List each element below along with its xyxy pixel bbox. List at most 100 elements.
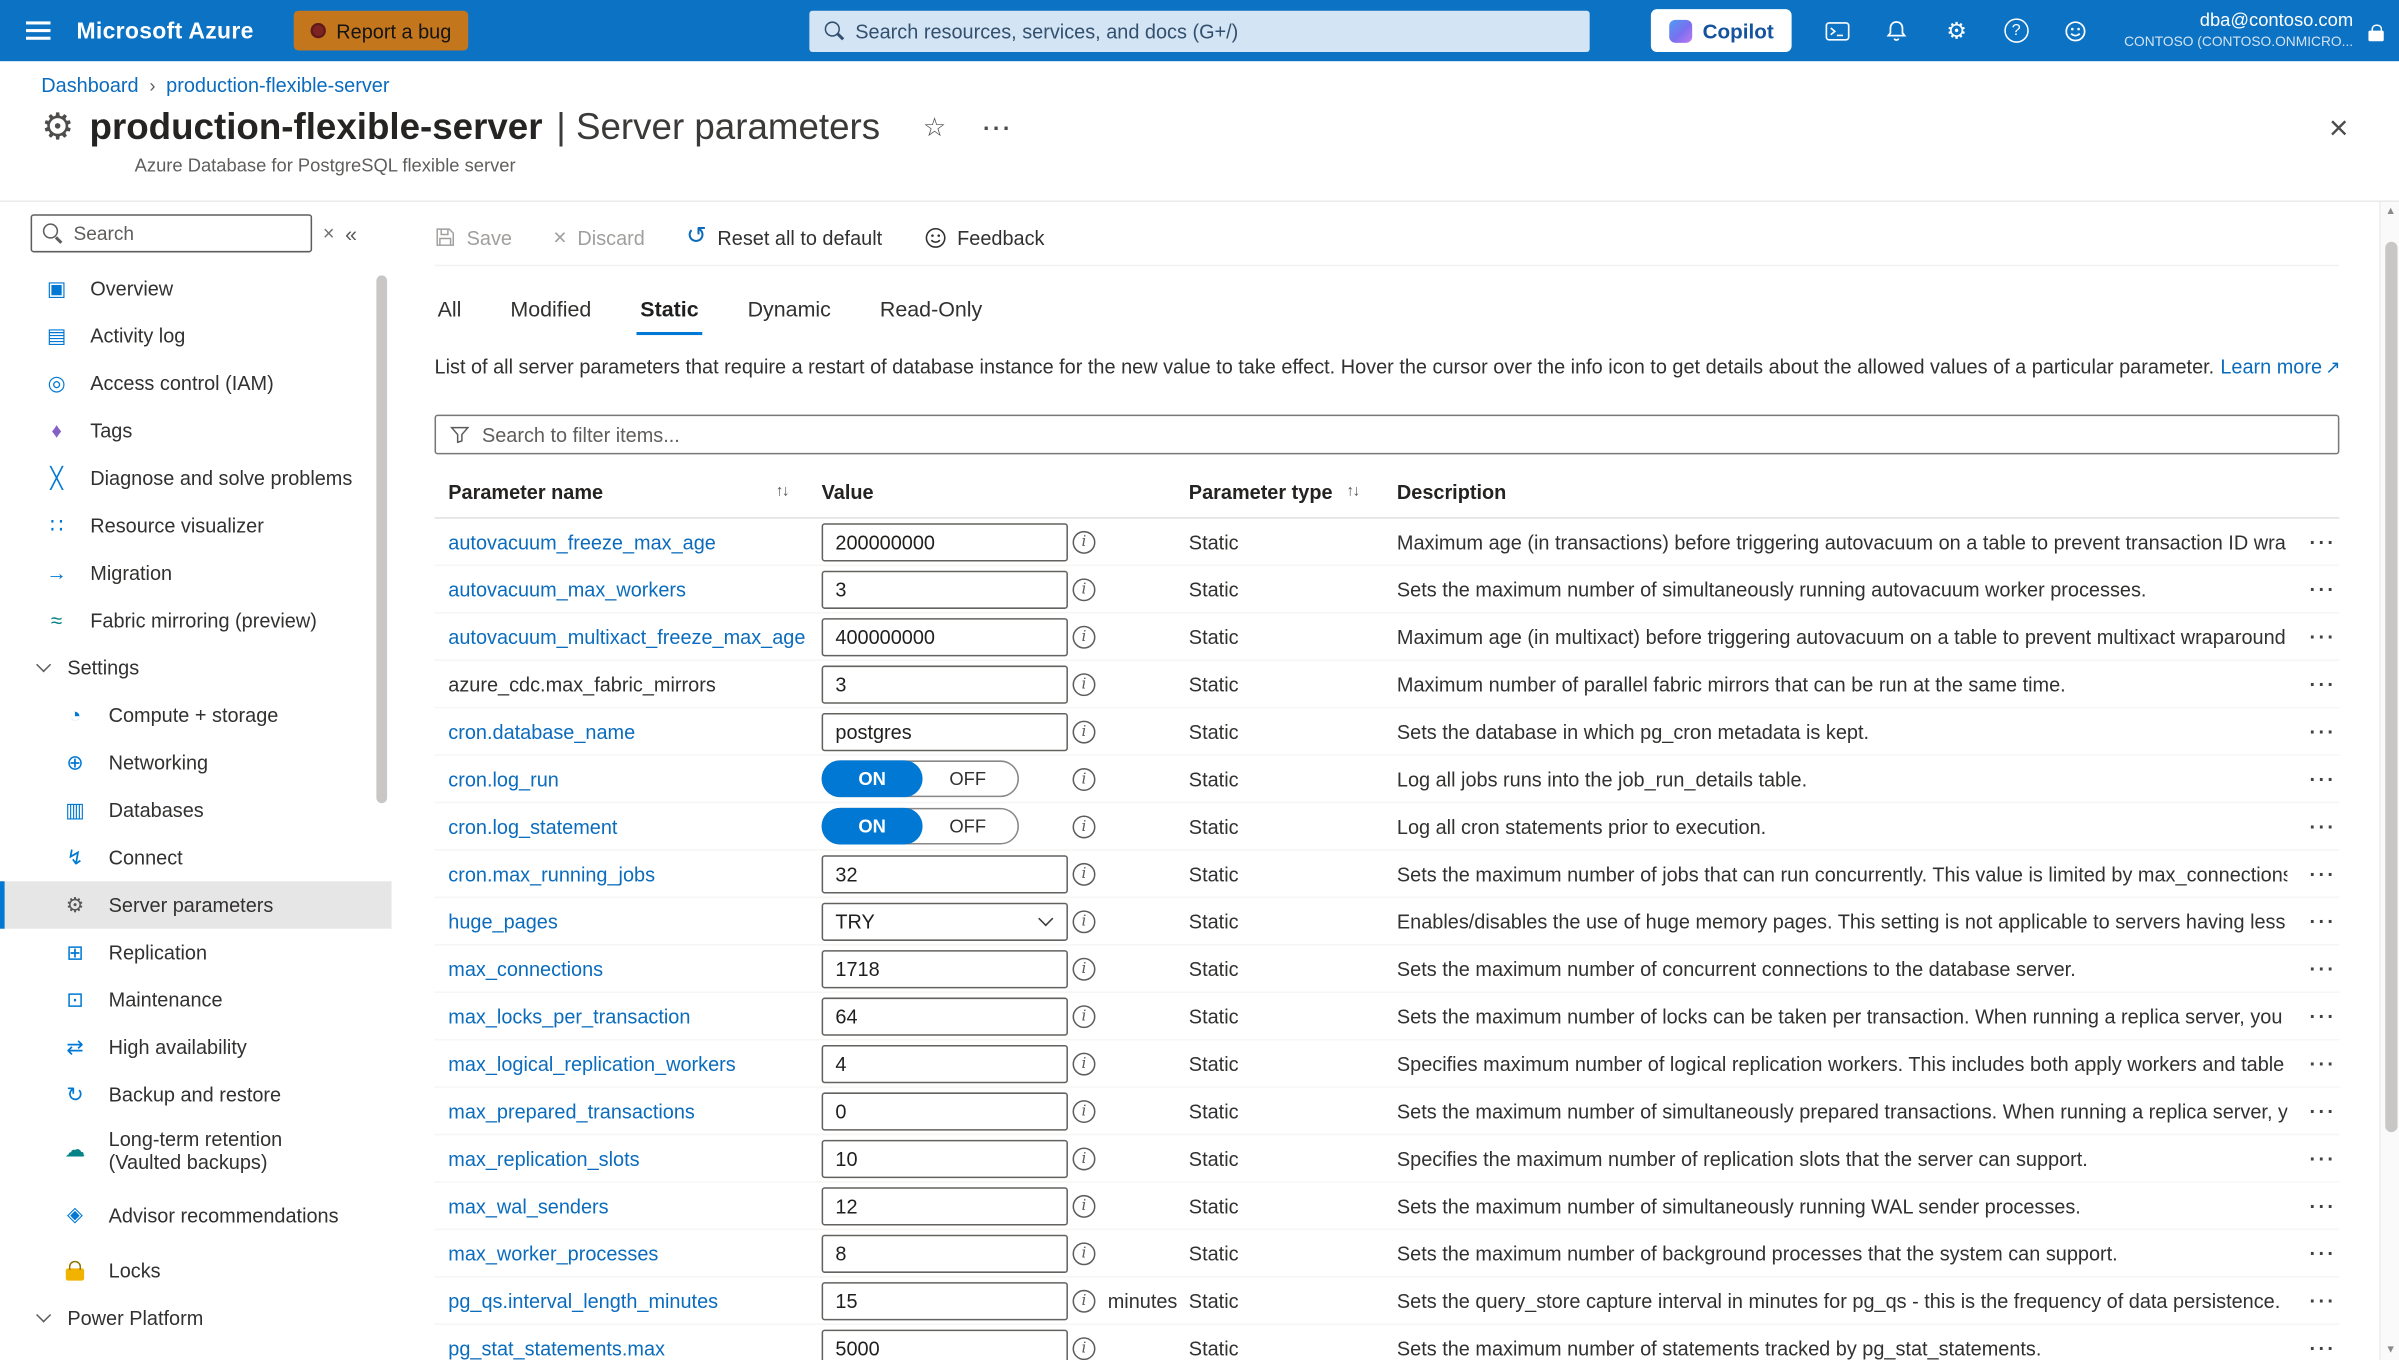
filter-input[interactable] — [481, 423, 2325, 446]
parameter-name-link[interactable]: autovacuum_freeze_max_age — [448, 530, 716, 553]
value-input[interactable] — [821, 1186, 1068, 1225]
reset-all-button[interactable]: ↺ Reset all to default — [686, 224, 882, 249]
parameter-name-link[interactable]: huge_pages — [448, 910, 558, 933]
cloud-shell-icon[interactable] — [1807, 0, 1867, 61]
column-parameter-name[interactable]: Parameter name — [448, 480, 603, 503]
parameter-name-link[interactable]: cron.max_running_jobs — [448, 862, 655, 885]
sidebar-item-resource-visualizer[interactable]: ∷ Resource visualizer — [0, 502, 392, 549]
row-more-button[interactable]: ··· — [2310, 578, 2337, 601]
row-more-button[interactable]: ··· — [2310, 767, 2337, 790]
close-blade-icon[interactable]: × — [2329, 111, 2349, 146]
info-icon[interactable]: i — [1072, 719, 1096, 743]
sidebar-item-backup-and-restore[interactable]: ↻ Backup and restore — [0, 1071, 392, 1118]
info-icon[interactable]: i — [1072, 1336, 1096, 1360]
parameter-name-link[interactable]: max_replication_slots — [448, 1147, 639, 1170]
sidebar-item-activity-log[interactable]: ▤ Activity log — [0, 312, 392, 359]
sidebar-item-fabric-mirroring[interactable]: ≈ Fabric mirroring (preview) — [0, 597, 392, 644]
report-a-bug-button[interactable]: Report a bug — [293, 10, 469, 51]
value-input[interactable] — [821, 1091, 1068, 1130]
row-more-button[interactable]: ··· — [2310, 1004, 2337, 1027]
column-description[interactable]: Description — [1397, 480, 2287, 503]
scroll-down-icon[interactable]: ▼ — [2381, 1345, 2399, 1356]
info-icon[interactable]: i — [1072, 1004, 1096, 1028]
parameter-name-link[interactable]: max_prepared_transactions — [448, 1099, 695, 1122]
value-input[interactable] — [821, 1233, 1068, 1273]
account-info[interactable]: dba@contoso.com CONTOSO (CONTOSO.ONMICRO… — [2124, 10, 2353, 52]
global-search-input[interactable] — [855, 19, 1575, 43]
value-input[interactable] — [821, 712, 1068, 751]
info-icon[interactable]: i — [1072, 862, 1096, 886]
more-options-icon[interactable]: ··· — [983, 116, 1013, 142]
scroll-up-icon[interactable]: ▲ — [2381, 207, 2399, 218]
sidebar-item-networking[interactable]: ⊕ Networking — [0, 739, 392, 786]
sidebar-item-long-term-retention[interactable]: ☁ Long-term retention (Vaulted backups) — [0, 1118, 392, 1182]
info-icon[interactable]: i — [1072, 1289, 1096, 1312]
sidebar-item-compute-storage[interactable]: ◔ Compute + storage — [0, 692, 392, 739]
info-icon[interactable]: i — [1072, 909, 1096, 933]
info-icon[interactable]: i — [1072, 767, 1096, 791]
value-input[interactable] — [821, 569, 1068, 609]
toggle-control[interactable]: OFF ON — [821, 807, 1019, 845]
value-input[interactable] — [821, 949, 1068, 988]
sidebar-item-settings[interactable]: Settings — [0, 644, 392, 691]
sidebar-item-access-control-iam[interactable]: ◎ Access control (IAM) — [0, 360, 392, 407]
sidebar-item-locks[interactable]: Locks — [0, 1247, 392, 1294]
value-input[interactable] — [821, 1044, 1068, 1083]
info-icon[interactable]: i — [1072, 625, 1096, 648]
value-input[interactable] — [821, 996, 1068, 1036]
parameter-name-link[interactable]: pg_stat_statements.max — [448, 1336, 665, 1359]
parameter-name-link[interactable]: max_locks_per_transaction — [448, 1004, 690, 1027]
notifications-bell-icon[interactable] — [1867, 0, 1927, 61]
hamburger-menu-icon[interactable] — [0, 0, 77, 61]
value-input[interactable] — [821, 522, 1068, 561]
azure-brand[interactable]: Microsoft Azure — [77, 18, 254, 44]
row-more-button[interactable]: ··· — [2310, 910, 2337, 933]
row-more-button[interactable]: ··· — [2310, 957, 2337, 980]
parameter-name-link[interactable]: max_connections — [448, 957, 603, 980]
clear-search-icon[interactable]: × — [323, 222, 335, 245]
toggle-control[interactable]: OFF ON — [821, 760, 1019, 798]
sidebar-item-migration[interactable]: → Migration — [0, 549, 392, 596]
row-more-button[interactable]: ··· — [2310, 720, 2337, 743]
toggle-on-label[interactable]: ON — [821, 807, 923, 845]
breadcrumb-server[interactable]: production-flexible-server — [166, 73, 389, 96]
parameter-name-link[interactable]: max_logical_replication_workers — [448, 1052, 735, 1075]
value-input[interactable] — [821, 664, 1068, 704]
sidebar-item-maintenance[interactable]: ⊡ Maintenance — [0, 976, 392, 1023]
parameter-name-link[interactable]: autovacuum_multixact_freeze_max_age — [448, 625, 805, 648]
value-dropdown[interactable]: TRY — [821, 901, 1068, 941]
sort-icon[interactable]: ↑↓ — [1346, 483, 1360, 500]
column-parameter-type[interactable]: Parameter type — [1189, 480, 1333, 503]
info-icon[interactable]: i — [1072, 1099, 1096, 1123]
row-more-button[interactable]: ··· — [2310, 1289, 2337, 1312]
parameter-name-link[interactable]: cron.database_name — [448, 720, 635, 743]
row-more-button[interactable]: ··· — [2310, 1147, 2337, 1170]
parameter-name-link[interactable]: autovacuum_max_workers — [448, 578, 686, 601]
sidebar-item-connect[interactable]: ↯ Connect — [0, 834, 392, 881]
sidebar-item-overview[interactable]: ▣ Overview — [0, 265, 392, 312]
discard-button[interactable]: × Discard — [553, 226, 645, 249]
info-icon[interactable]: i — [1072, 672, 1096, 696]
parameter-name-link[interactable]: cron.log_run — [448, 767, 559, 790]
info-icon[interactable]: i — [1072, 1241, 1096, 1265]
tab-dynamic[interactable]: Dynamic — [745, 288, 834, 335]
parameter-name-link[interactable]: cron.log_statement — [448, 815, 617, 838]
copilot-button[interactable]: Copilot — [1650, 9, 1793, 53]
sidebar-search-input[interactable] — [73, 222, 300, 245]
info-icon[interactable]: i — [1072, 1051, 1096, 1075]
row-more-button[interactable]: ··· — [2310, 672, 2337, 695]
sidebar-search[interactable] — [30, 214, 313, 253]
row-more-button[interactable]: ··· — [2310, 815, 2337, 838]
info-icon[interactable]: i — [1072, 1146, 1096, 1170]
sort-icon[interactable]: ↑↓ — [776, 483, 790, 500]
sidebar-item-diagnose-solve-problems[interactable]: ╳ Diagnose and solve problems — [0, 454, 392, 501]
tab-static[interactable]: Static — [637, 288, 702, 336]
value-input[interactable] — [821, 1139, 1068, 1178]
row-more-button[interactable]: ··· — [2310, 530, 2337, 553]
row-more-button[interactable]: ··· — [2310, 1194, 2337, 1217]
collapse-sidebar-icon[interactable]: « — [345, 221, 357, 245]
value-input[interactable] — [821, 1281, 1068, 1320]
row-more-button[interactable]: ··· — [2310, 862, 2337, 885]
tab-all[interactable]: All — [435, 288, 465, 335]
toggle-on-label[interactable]: ON — [821, 760, 923, 798]
